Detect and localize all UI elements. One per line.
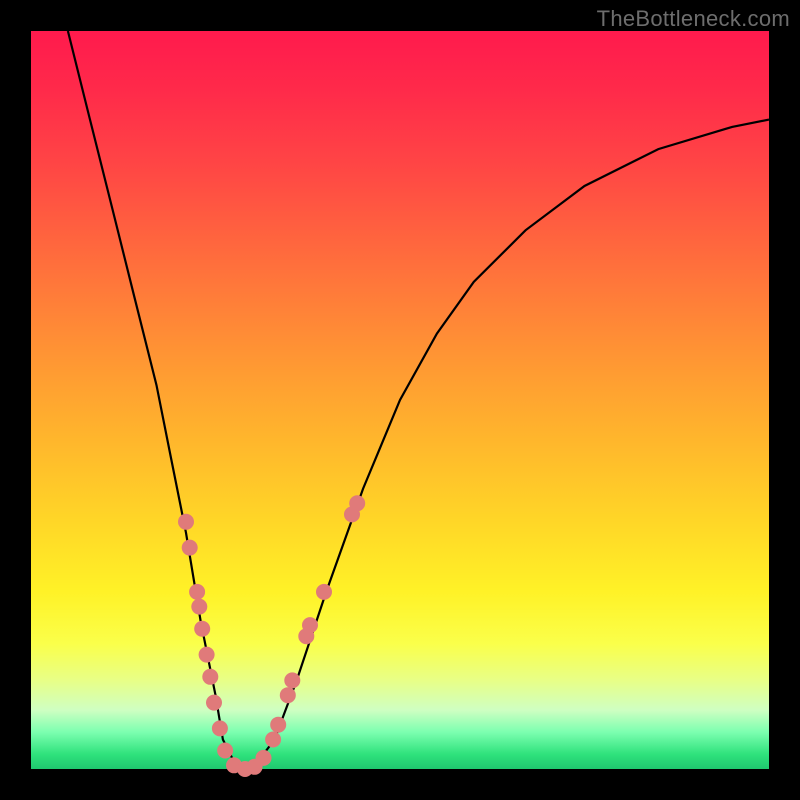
- curve-marker: [189, 584, 205, 600]
- curve-marker: [217, 743, 233, 759]
- curve-marker: [284, 672, 300, 688]
- curve-marker: [316, 584, 332, 600]
- curve-marker: [178, 514, 194, 530]
- curve-marker: [194, 621, 210, 637]
- curve-marker: [206, 695, 222, 711]
- curve-marker: [280, 687, 296, 703]
- chart-svg: [31, 31, 769, 769]
- curve-markers: [178, 495, 365, 777]
- curve-marker: [191, 599, 207, 615]
- curve-marker: [270, 717, 286, 733]
- curve-marker: [202, 669, 218, 685]
- watermark-text: TheBottleneck.com: [597, 6, 790, 32]
- curve-marker: [182, 540, 198, 556]
- chart-plot-area: [31, 31, 769, 769]
- curve-marker: [265, 732, 281, 748]
- curve-marker: [349, 495, 365, 511]
- bottleneck-curve: [68, 31, 769, 769]
- curve-marker: [212, 720, 228, 736]
- curve-marker: [199, 647, 215, 663]
- curve-marker: [256, 750, 272, 766]
- chart-frame: TheBottleneck.com: [0, 0, 800, 800]
- curve-marker: [302, 617, 318, 633]
